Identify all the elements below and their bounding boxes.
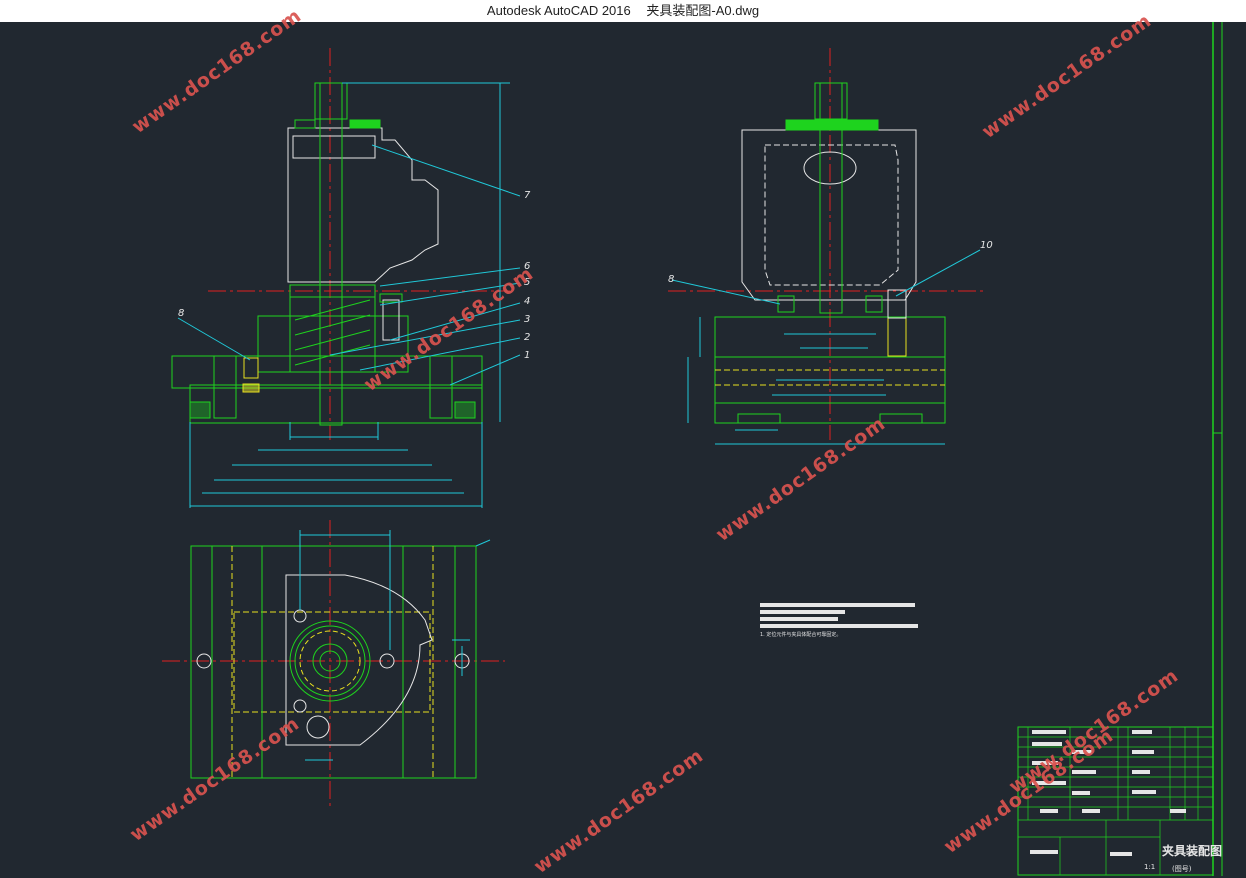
document-title: 夹具装配图-A0.dwg: [646, 3, 760, 18]
balloon-7-top: 7: [524, 190, 531, 201]
balloon-3: 3: [524, 314, 530, 325]
balloon-2: 2: [524, 332, 530, 343]
top-view: [162, 520, 505, 806]
app-title: Autodesk AutoCAD 2016: [486, 3, 631, 18]
window-titlebar: Autodesk AutoCAD 2016 夹具装配图-A0.dwg: [0, 0, 1246, 22]
drawing-number-label: (图号): [1172, 865, 1192, 873]
drawing-name: 夹具装配图: [1162, 843, 1222, 858]
tech-requirements: 1. 定位元件与夹具体配合可靠固定。: [760, 603, 918, 638]
drawing-frame: [1212, 22, 1223, 876]
balloon-4: 4: [524, 296, 530, 307]
balloon-1: 1: [524, 350, 530, 361]
balloon-10: 10: [980, 240, 993, 251]
drawing-scale: 1:1: [1144, 863, 1155, 871]
balloon-8-side: 8: [668, 274, 674, 285]
front-view: 7 6 5 4 3 2 1 8: [171, 48, 531, 508]
tech-note-text: 1. 定位元件与夹具体配合可靠固定。: [760, 631, 841, 638]
balloon-8-front: 8: [178, 308, 184, 319]
side-view: 8 10: [668, 48, 993, 445]
